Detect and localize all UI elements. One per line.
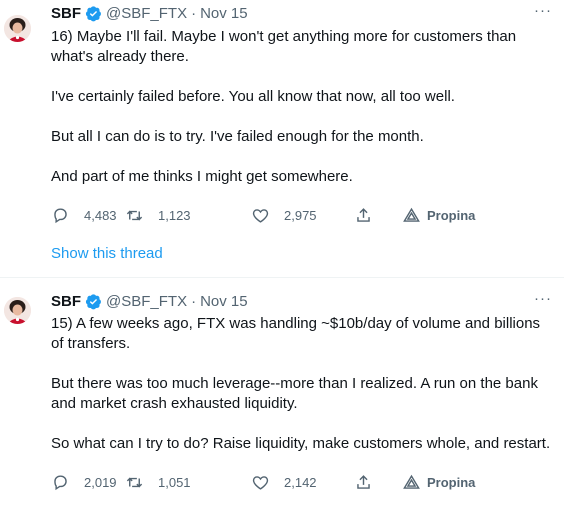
like-count: 2,142 [284,474,317,490]
share-icon [357,207,370,222]
tweet-header: SBF @SBF_FTX · Nov 15 [51,2,552,24]
avatar[interactable] [4,297,31,324]
reply-icon [54,474,67,490]
tip-icon [403,207,420,222]
tweet-text: 15) A few weeks ago, FTX was handling ~$… [51,314,552,454]
tip-button[interactable]: Propina [402,205,475,225]
like-button[interactable]: 2,142 [251,472,317,492]
more-icon[interactable]: ··· [534,2,552,19]
verified-badge-icon [85,5,102,22]
reply-icon [54,207,67,223]
retweet-button[interactable]: 1,051 [125,472,191,492]
tweet-paragraph: So what can I try to do? Raise liquidity… [51,435,551,452]
tweet-header: SBF @SBF_FTX · Nov 15 [51,290,552,312]
reply-button[interactable]: 4,483 [51,205,117,225]
action-bar: 2,019 1,051 2,142 Propina [51,472,552,492]
separator: · [191,4,197,22]
tweet-paragraph: 16) Maybe I'll fail. Maybe I won't get a… [51,28,517,65]
retweet-count: 1,123 [158,207,191,223]
reply-button[interactable]: 2,019 [51,472,117,492]
like-count: 2,975 [284,207,317,223]
tip-label: Propina [427,474,476,490]
handle[interactable]: @SBF_FTX [106,293,187,310]
display-name[interactable]: SBF [51,293,81,310]
handle[interactable]: @SBF_FTX [106,5,187,22]
like-icon [252,475,269,490]
reply-count: 4,483 [84,207,117,223]
show-thread-link[interactable]: Show this thread [51,245,163,262]
tweet-paragraph: But there was too much leverage--more th… [51,375,538,412]
tweet-paragraph: And part of me thinks I might get somewh… [51,168,353,185]
retweet-button[interactable]: 1,123 [125,205,191,225]
timestamp[interactable]: Nov 15 [200,293,248,310]
retweet-count: 1,051 [158,474,191,490]
tweet[interactable]: SBF @SBF_FTX · Nov 15 ··· 16) Maybe I'll… [0,0,564,278]
avatar[interactable] [4,15,31,42]
display-name[interactable]: SBF [51,5,81,22]
like-icon [252,208,269,223]
tip-icon [403,474,420,489]
separator: · [191,292,197,310]
share-button[interactable] [354,205,373,225]
verified-badge-icon [85,293,102,310]
tweet-paragraph: I've certainly failed before. You all kn… [51,88,455,105]
timestamp[interactable]: Nov 15 [200,5,248,22]
retweet-icon [126,477,143,487]
action-bar: 4,483 1,123 2,975 Propina [51,205,552,225]
tip-label: Propina [427,207,476,223]
reply-count: 2,019 [84,474,117,490]
like-button[interactable]: 2,975 [251,205,317,225]
share-icon [357,474,370,489]
tweet-text: 16) Maybe I'll fail. Maybe I won't get a… [51,27,552,187]
share-button[interactable] [354,472,373,492]
tweet[interactable]: SBF @SBF_FTX · Nov 15 ··· 15) A few week… [0,278,564,510]
tweet-paragraph: 15) A few weeks ago, FTX was handling ~$… [51,315,541,352]
more-icon[interactable]: ··· [534,290,552,307]
retweet-icon [126,210,143,220]
tweet-paragraph: But all I can do is to try. I've failed … [51,128,424,145]
tip-button[interactable]: Propina [402,472,475,492]
